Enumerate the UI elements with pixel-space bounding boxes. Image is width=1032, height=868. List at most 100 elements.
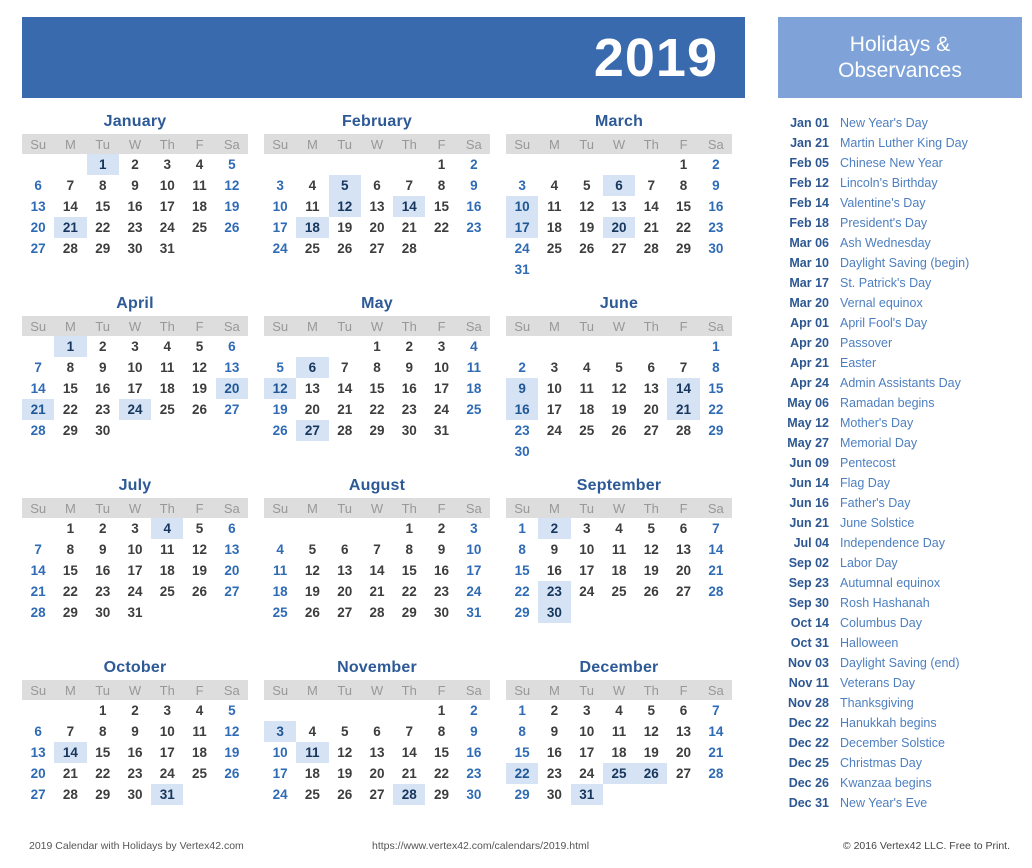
day-cell[interactable]: 8 xyxy=(54,539,86,560)
day-cell[interactable]: 24 xyxy=(151,763,183,784)
day-cell[interactable]: 24 xyxy=(264,784,296,805)
day-cell[interactable]: 23 xyxy=(393,399,425,420)
day-cell[interactable]: 2 xyxy=(425,518,457,539)
day-cell[interactable]: 29 xyxy=(361,420,393,441)
day-cell[interactable]: 6 xyxy=(361,721,393,742)
day-cell[interactable]: 1 xyxy=(506,700,538,721)
day-cell[interactable]: 18 xyxy=(296,763,328,784)
day-cell[interactable]: 17 xyxy=(538,399,570,420)
day-cell[interactable]: 11 xyxy=(603,721,635,742)
day-cell[interactable]: 7 xyxy=(54,175,86,196)
day-cell[interactable]: 8 xyxy=(667,175,699,196)
day-cell[interactable]: 18 xyxy=(151,560,183,581)
day-cell[interactable]: 3 xyxy=(119,518,151,539)
day-cell[interactable]: 5 xyxy=(264,357,296,378)
day-cell[interactable]: 20 xyxy=(22,217,54,238)
day-cell[interactable]: 28 xyxy=(635,238,667,259)
day-cell[interactable]: 19 xyxy=(183,378,215,399)
day-cell[interactable]: 24 xyxy=(571,763,603,784)
day-cell[interactable]: 3 xyxy=(571,518,603,539)
day-cell[interactable]: 19 xyxy=(329,217,361,238)
day-cell[interactable]: 25 xyxy=(602,763,636,784)
day-cell[interactable]: 17 xyxy=(119,378,151,399)
day-cell[interactable]: 11 xyxy=(296,196,328,217)
day-cell[interactable]: 3 xyxy=(119,336,151,357)
day-cell[interactable]: 7 xyxy=(329,357,361,378)
day-cell[interactable]: 29 xyxy=(54,420,86,441)
day-cell[interactable]: 7 xyxy=(700,700,732,721)
day-cell[interactable]: 10 xyxy=(119,357,151,378)
day-cell[interactable]: 31 xyxy=(425,420,457,441)
day-cell[interactable]: 7 xyxy=(54,721,86,742)
day-cell[interactable]: 23 xyxy=(119,217,151,238)
day-cell[interactable]: 20 xyxy=(361,217,393,238)
day-cell[interactable]: 30 xyxy=(393,420,425,441)
day-cell[interactable]: 19 xyxy=(296,581,328,602)
day-cell[interactable]: 11 xyxy=(151,357,183,378)
day-cell[interactable]: 12 xyxy=(183,357,215,378)
day-cell[interactable]: 1 xyxy=(667,154,699,175)
day-cell[interactable]: 15 xyxy=(87,196,119,217)
day-cell[interactable]: 20 xyxy=(602,217,636,238)
day-cell[interactable]: 5 xyxy=(183,336,215,357)
day-cell[interactable]: 28 xyxy=(54,238,86,259)
day-cell[interactable]: 1 xyxy=(86,154,119,175)
day-cell[interactable]: 31 xyxy=(506,259,538,280)
day-cell[interactable]: 5 xyxy=(571,175,603,196)
day-cell[interactable]: 23 xyxy=(87,581,119,602)
day-cell[interactable]: 11 xyxy=(183,175,215,196)
day-cell[interactable]: 19 xyxy=(183,560,215,581)
day-cell[interactable]: 22 xyxy=(87,763,119,784)
day-cell[interactable]: 29 xyxy=(667,238,699,259)
day-cell[interactable]: 3 xyxy=(538,357,570,378)
day-cell[interactable]: 3 xyxy=(264,721,297,742)
day-cell[interactable]: 31 xyxy=(570,784,603,805)
day-cell[interactable]: 9 xyxy=(393,357,425,378)
day-cell[interactable]: 30 xyxy=(425,602,457,623)
day-cell[interactable]: 1 xyxy=(425,700,457,721)
day-cell[interactable]: 9 xyxy=(119,175,151,196)
day-cell[interactable]: 4 xyxy=(603,518,635,539)
day-cell[interactable]: 12 xyxy=(329,742,361,763)
day-cell[interactable]: 13 xyxy=(22,742,54,763)
day-cell[interactable]: 20 xyxy=(329,581,361,602)
day-cell[interactable]: 1 xyxy=(54,518,86,539)
day-cell[interactable]: 14 xyxy=(700,539,732,560)
day-cell[interactable]: 21 xyxy=(393,217,425,238)
day-cell[interactable]: 4 xyxy=(264,539,296,560)
day-cell[interactable]: 10 xyxy=(264,196,296,217)
day-cell[interactable]: 14 xyxy=(54,196,86,217)
day-cell[interactable]: 10 xyxy=(458,539,490,560)
day-cell[interactable]: 17 xyxy=(425,378,457,399)
day-cell[interactable]: 15 xyxy=(361,378,393,399)
day-cell[interactable]: 15 xyxy=(506,742,538,763)
day-cell[interactable]: 27 xyxy=(216,581,248,602)
day-cell[interactable]: 26 xyxy=(571,238,603,259)
day-cell[interactable]: 19 xyxy=(216,196,248,217)
day-cell[interactable]: 22 xyxy=(425,217,457,238)
day-cell[interactable]: 13 xyxy=(361,742,393,763)
day-cell[interactable]: 8 xyxy=(506,721,538,742)
day-cell[interactable]: 4 xyxy=(296,175,328,196)
day-cell[interactable]: 4 xyxy=(183,700,215,721)
day-cell[interactable]: 4 xyxy=(603,700,635,721)
day-cell[interactable]: 17 xyxy=(264,217,296,238)
day-cell[interactable]: 8 xyxy=(425,721,457,742)
day-cell[interactable]: 30 xyxy=(119,238,151,259)
day-cell[interactable]: 16 xyxy=(700,196,732,217)
day-cell[interactable]: 8 xyxy=(425,175,457,196)
day-cell[interactable]: 22 xyxy=(54,581,86,602)
day-cell[interactable]: 24 xyxy=(506,238,538,259)
day-cell[interactable]: 16 xyxy=(393,378,425,399)
day-cell[interactable]: 27 xyxy=(22,238,54,259)
day-cell[interactable]: 24 xyxy=(458,581,490,602)
day-cell[interactable]: 20 xyxy=(667,560,699,581)
day-cell[interactable]: 22 xyxy=(361,399,393,420)
day-cell[interactable]: 18 xyxy=(264,581,296,602)
day-cell[interactable]: 5 xyxy=(216,700,248,721)
day-cell[interactable]: 18 xyxy=(458,378,490,399)
day-cell[interactable]: 3 xyxy=(458,518,490,539)
day-cell[interactable]: 16 xyxy=(458,742,490,763)
day-cell[interactable]: 9 xyxy=(700,175,732,196)
day-cell[interactable]: 30 xyxy=(119,784,151,805)
